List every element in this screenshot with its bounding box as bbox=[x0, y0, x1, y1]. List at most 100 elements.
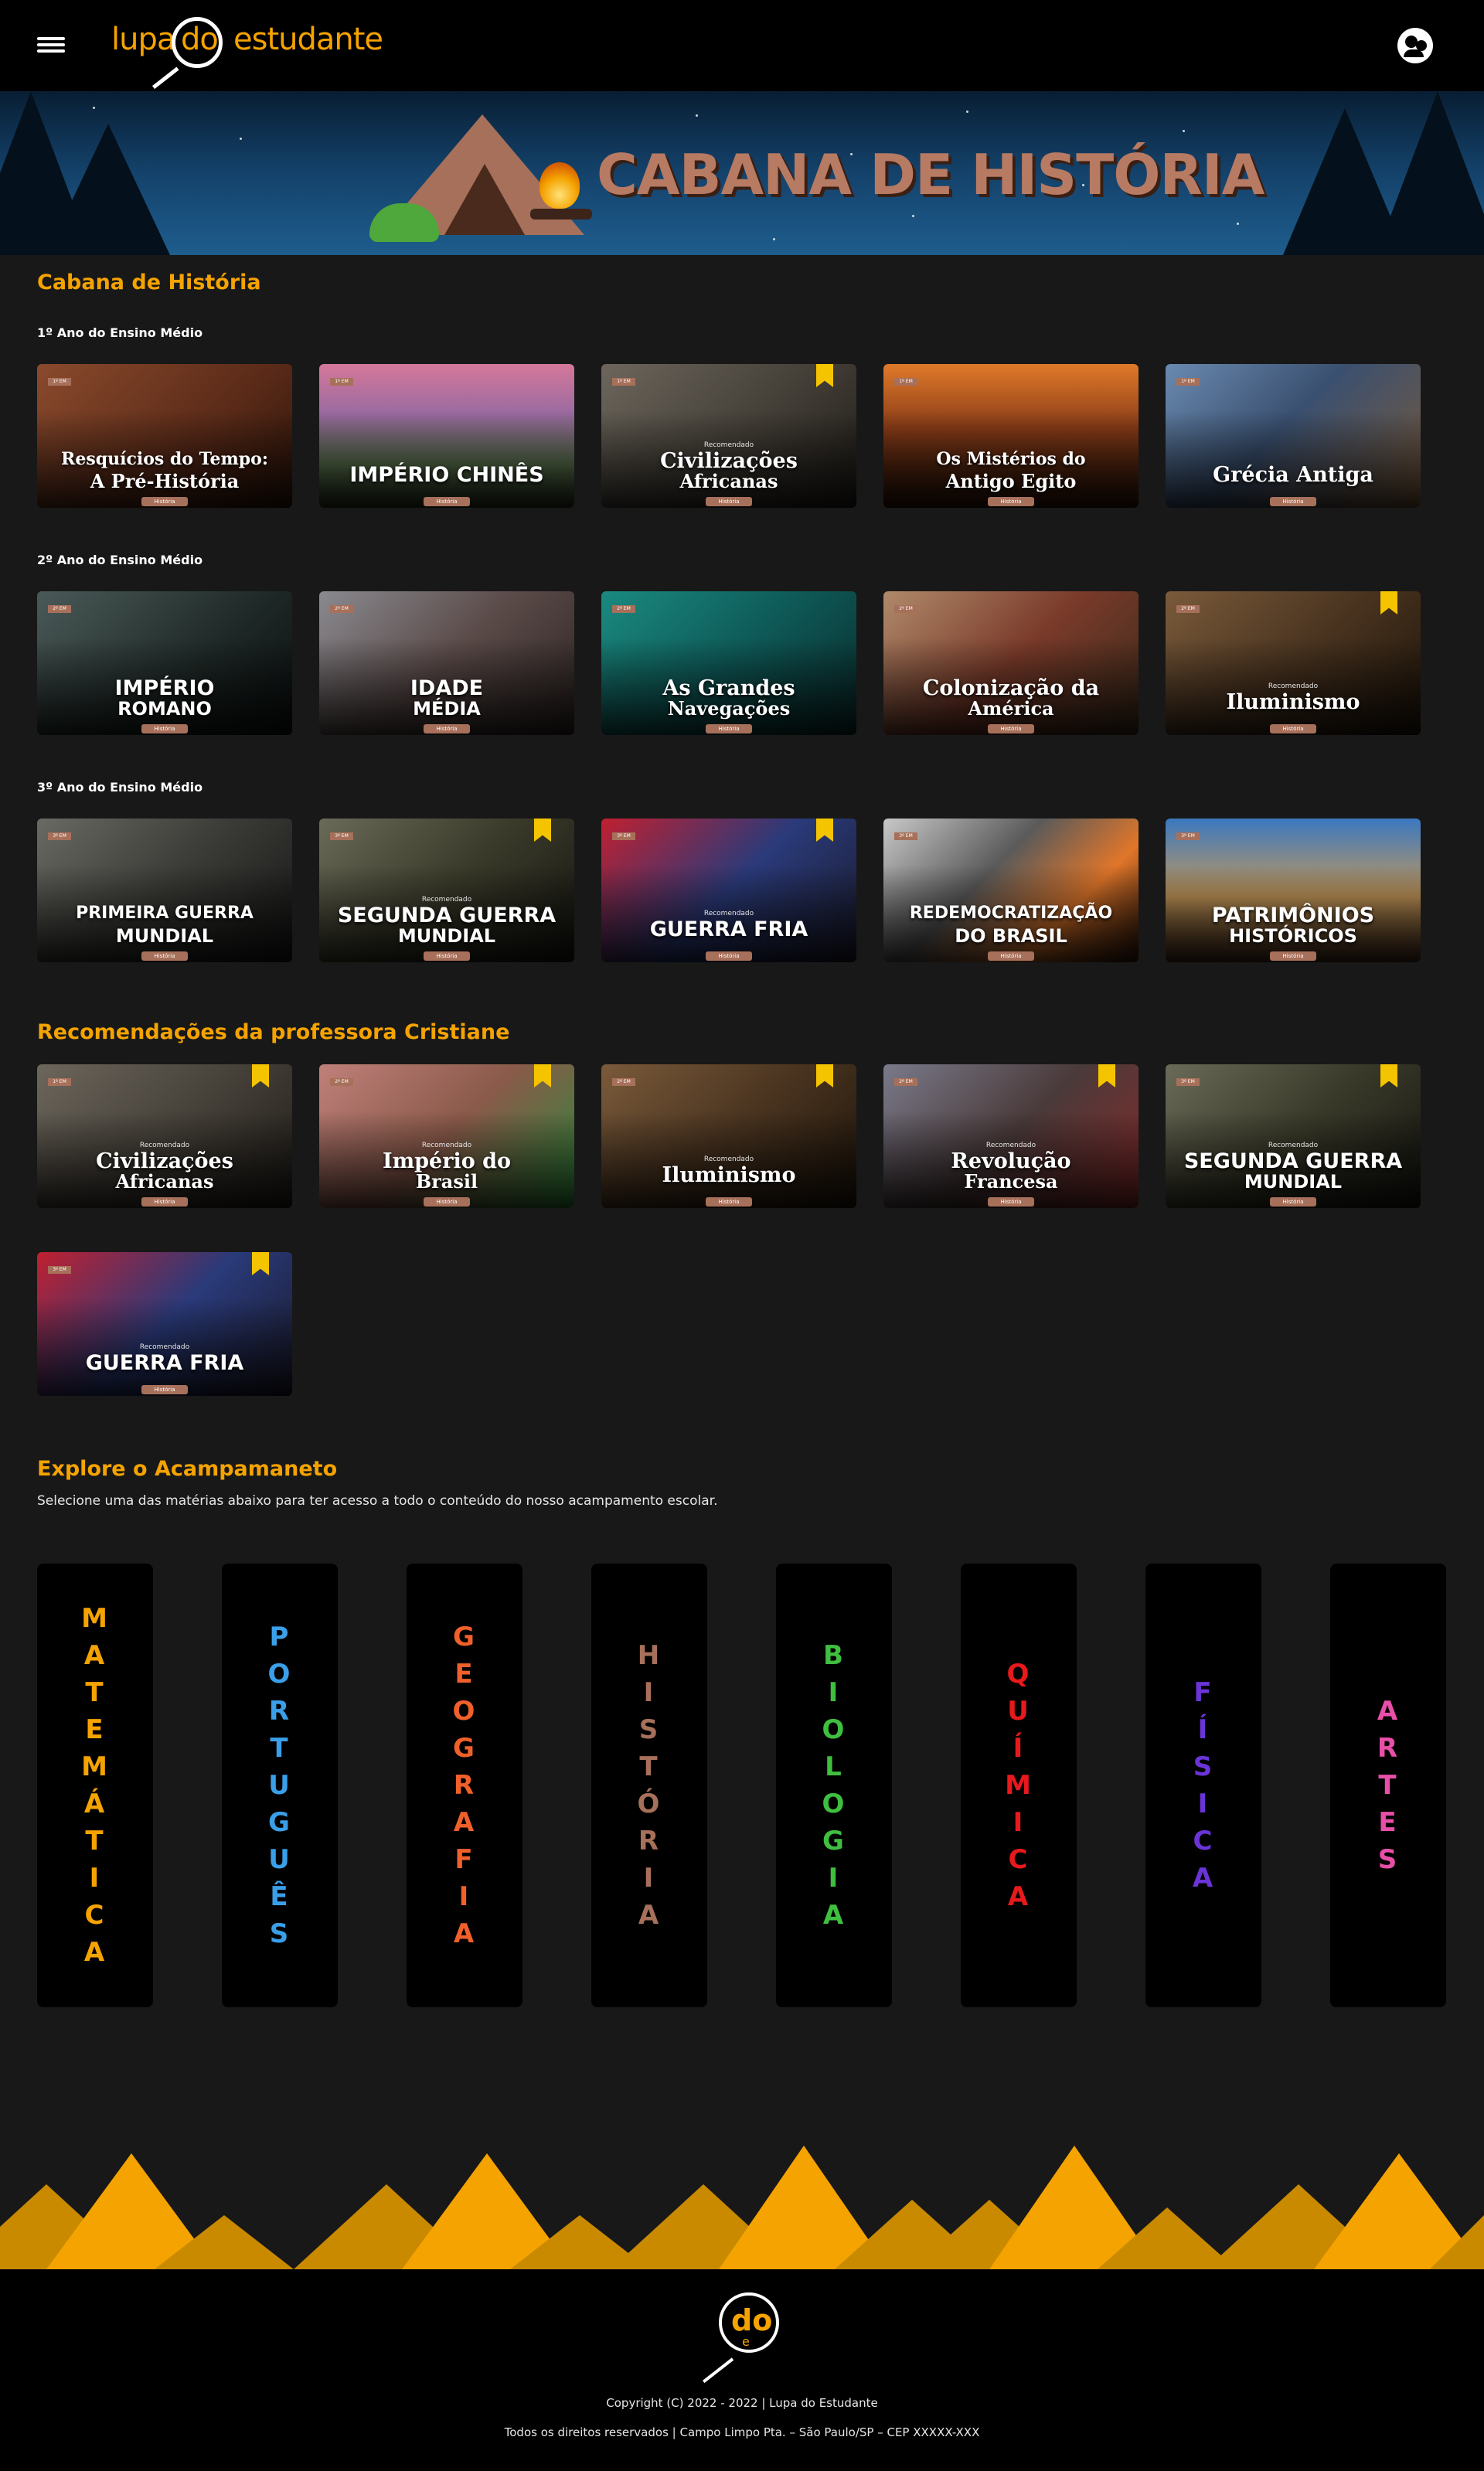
subject-badge: História bbox=[988, 497, 1034, 506]
card-subtitle: Africanas bbox=[679, 470, 778, 492]
course-card[interactable]: 3º EM Recomendado GUERRA FRIA História bbox=[37, 1252, 292, 1396]
subject-card-biologia[interactable]: BIOLOGIA bbox=[776, 1564, 892, 2007]
subject-letter: T bbox=[85, 1826, 105, 1857]
hero-banner: CABANA DE HISTÓRIA bbox=[0, 91, 1484, 255]
subject-label: QUÍMICA bbox=[961, 1564, 1077, 2007]
recommended-label: Recomendado bbox=[1268, 1142, 1319, 1149]
subject-card-português[interactable]: PORTUGUÊS bbox=[222, 1564, 338, 2007]
bookmark-icon[interactable] bbox=[816, 1064, 833, 1087]
course-card[interactable]: 2º EM Colonização da América História bbox=[883, 591, 1139, 735]
course-card[interactable]: 3º EM Recomendado GUERRA FRIA História bbox=[601, 819, 856, 962]
mountains-decoration bbox=[0, 2109, 1484, 2269]
subject-letter: S bbox=[1377, 1844, 1399, 1875]
subject-letter: M bbox=[81, 1751, 109, 1782]
subject-letter: O bbox=[267, 1659, 292, 1690]
subject-badge: História bbox=[706, 951, 752, 961]
subject-card-história[interactable]: HISTÓRIA bbox=[591, 1564, 707, 2007]
course-card[interactable]: 3º EM PATRIMÔNIOS HISTÓRICOS História bbox=[1166, 819, 1421, 962]
subject-letter: M bbox=[81, 1603, 109, 1634]
hamburger-icon[interactable] bbox=[37, 34, 65, 57]
course-card[interactable]: 2º EM Recomendado Iluminismo História bbox=[601, 1064, 856, 1208]
card-title: Revolução bbox=[951, 1149, 1071, 1173]
subject-letter: S bbox=[269, 1918, 291, 1949]
card-subtitle: América bbox=[968, 697, 1054, 720]
subject-letter: F bbox=[454, 1844, 475, 1875]
bookmark-icon[interactable] bbox=[816, 819, 833, 842]
recommended-label: Recomendado bbox=[139, 1142, 190, 1149]
site-logo[interactable]: lupa do estudante bbox=[111, 15, 383, 90]
bookmark-icon[interactable] bbox=[816, 364, 833, 387]
course-card[interactable]: 3º EM REDEMOCRATIZAÇÃO DO BRASIL História bbox=[883, 819, 1139, 962]
subject-letter: R bbox=[268, 1696, 291, 1727]
course-card[interactable]: 2º EM IMPÉRIO ROMANO História bbox=[37, 591, 292, 735]
course-card[interactable]: 2º EM Recomendado Império do Brasil História bbox=[319, 1064, 574, 1208]
subject-badge: História bbox=[141, 1197, 188, 1207]
campfire-icon bbox=[539, 162, 580, 209]
subject-letter: U bbox=[1007, 1696, 1030, 1727]
subject-badge: História bbox=[141, 724, 188, 733]
bookmark-icon[interactable] bbox=[1380, 591, 1397, 614]
bookmark-icon[interactable] bbox=[252, 1064, 269, 1087]
subject-card-química[interactable]: QUÍMICA bbox=[961, 1564, 1077, 2007]
subject-label: PORTUGUÊS bbox=[222, 1564, 338, 2007]
subject-badge: História bbox=[424, 1197, 470, 1207]
course-card[interactable]: 1º EM Os Mistérios do Antigo Egito História bbox=[883, 364, 1139, 508]
subject-letter: G bbox=[268, 1807, 291, 1838]
subject-card-matemática[interactable]: MATEMÁTICA bbox=[37, 1564, 153, 2007]
subject-badge: História bbox=[141, 1385, 188, 1394]
subject-label: BIOLOGIA bbox=[776, 1564, 892, 2007]
footer-copyright: Copyright (C) 2022 - 2022 | Lupa do Estu… bbox=[606, 2396, 878, 2410]
course-card[interactable]: 3º EM Recomendado SEGUNDA GUERRA MUNDIAL His… bbox=[319, 819, 574, 962]
subject-card-artes[interactable]: ARTES bbox=[1330, 1564, 1446, 2007]
course-card[interactable]: 1º EM Recomendado Civilizações Africanas His… bbox=[601, 364, 856, 508]
course-card[interactable]: 2º EM IDADE MÉDIA História bbox=[319, 591, 574, 735]
footer-rights: Todos os direitos reservados | Campo Lim… bbox=[504, 2425, 980, 2439]
course-card[interactable]: 2º EM Recomendado Iluminismo História bbox=[1166, 591, 1421, 735]
card-subtitle: MUNDIAL bbox=[1244, 1171, 1343, 1193]
grade-badge: 1º EM bbox=[48, 378, 71, 386]
subject-label: HISTÓRIA bbox=[591, 1564, 707, 2007]
footer-logo[interactable]: do e bbox=[696, 2292, 788, 2384]
bookmark-icon[interactable] bbox=[1380, 1064, 1397, 1087]
card-title: IDADE bbox=[410, 676, 484, 700]
logo-text-lupa: lupa bbox=[111, 22, 175, 57]
course-card[interactable]: 3º EM Recomendado SEGUNDA GUERRA MUNDIAL His… bbox=[1166, 1064, 1421, 1208]
course-card[interactable]: 1º EM Recomendado Civilizações Africanas His… bbox=[37, 1064, 292, 1208]
subject-letter: B bbox=[823, 1640, 845, 1671]
grade-badge: 3º EM bbox=[1176, 832, 1200, 840]
bookmark-icon[interactable] bbox=[534, 1064, 551, 1087]
course-card[interactable]: 3º EM PRIMEIRA GUERRA MUNDIAL História bbox=[37, 819, 292, 962]
subject-letter: A bbox=[1007, 1881, 1030, 1912]
bookmark-icon[interactable] bbox=[252, 1252, 269, 1275]
subject-letter: I bbox=[1013, 1807, 1025, 1838]
subject-card-geografia[interactable]: GEOGRAFIA bbox=[407, 1564, 522, 2007]
bookmark-icon[interactable] bbox=[534, 819, 551, 842]
subject-letter: U bbox=[268, 1844, 291, 1875]
course-card[interactable]: 2º EM Recomendado Revolução Francesa Históri… bbox=[883, 1064, 1139, 1208]
subject-card-física[interactable]: FÍSICA bbox=[1145, 1564, 1261, 2007]
course-card[interactable]: 1º EM Grécia Antiga História bbox=[1166, 364, 1421, 508]
grade-badge: 3º EM bbox=[612, 832, 635, 840]
subject-letter: O bbox=[822, 1789, 846, 1819]
card-title: SEGUNDA GUERRA bbox=[1183, 1149, 1403, 1173]
subject-letter: T bbox=[1378, 1770, 1398, 1801]
grade-badge: 2º EM bbox=[48, 605, 71, 613]
subject-badge: História bbox=[706, 1197, 752, 1207]
course-card[interactable]: 1º EM Resquícios do Tempo: A Pré-História H… bbox=[37, 364, 292, 508]
course-card[interactable]: 1º EM IMPÉRIO CHINÊS História bbox=[319, 364, 574, 508]
card-title: REDEMOCRATIZAÇÃO bbox=[909, 904, 1113, 923]
card-subtitle: MÉDIA bbox=[413, 698, 481, 720]
user-circle-icon[interactable] bbox=[1397, 28, 1433, 63]
subject-badge: História bbox=[1270, 497, 1316, 506]
card-title: GUERRA FRIA bbox=[649, 917, 808, 941]
card-title: SEGUNDA GUERRA bbox=[337, 904, 556, 927]
subject-badge: História bbox=[706, 724, 752, 733]
card-subtitle: A Pré-História bbox=[90, 470, 240, 492]
footer-logo-do: do bbox=[731, 2303, 773, 2337]
bookmark-icon[interactable] bbox=[1098, 1064, 1115, 1087]
subject-letter: I bbox=[643, 1677, 655, 1708]
subject-letter: C bbox=[1008, 1844, 1030, 1875]
subject-badge: História bbox=[424, 951, 470, 961]
subject-letter: G bbox=[822, 1826, 846, 1857]
course-card[interactable]: 2º EM As Grandes Navegações História bbox=[601, 591, 856, 735]
